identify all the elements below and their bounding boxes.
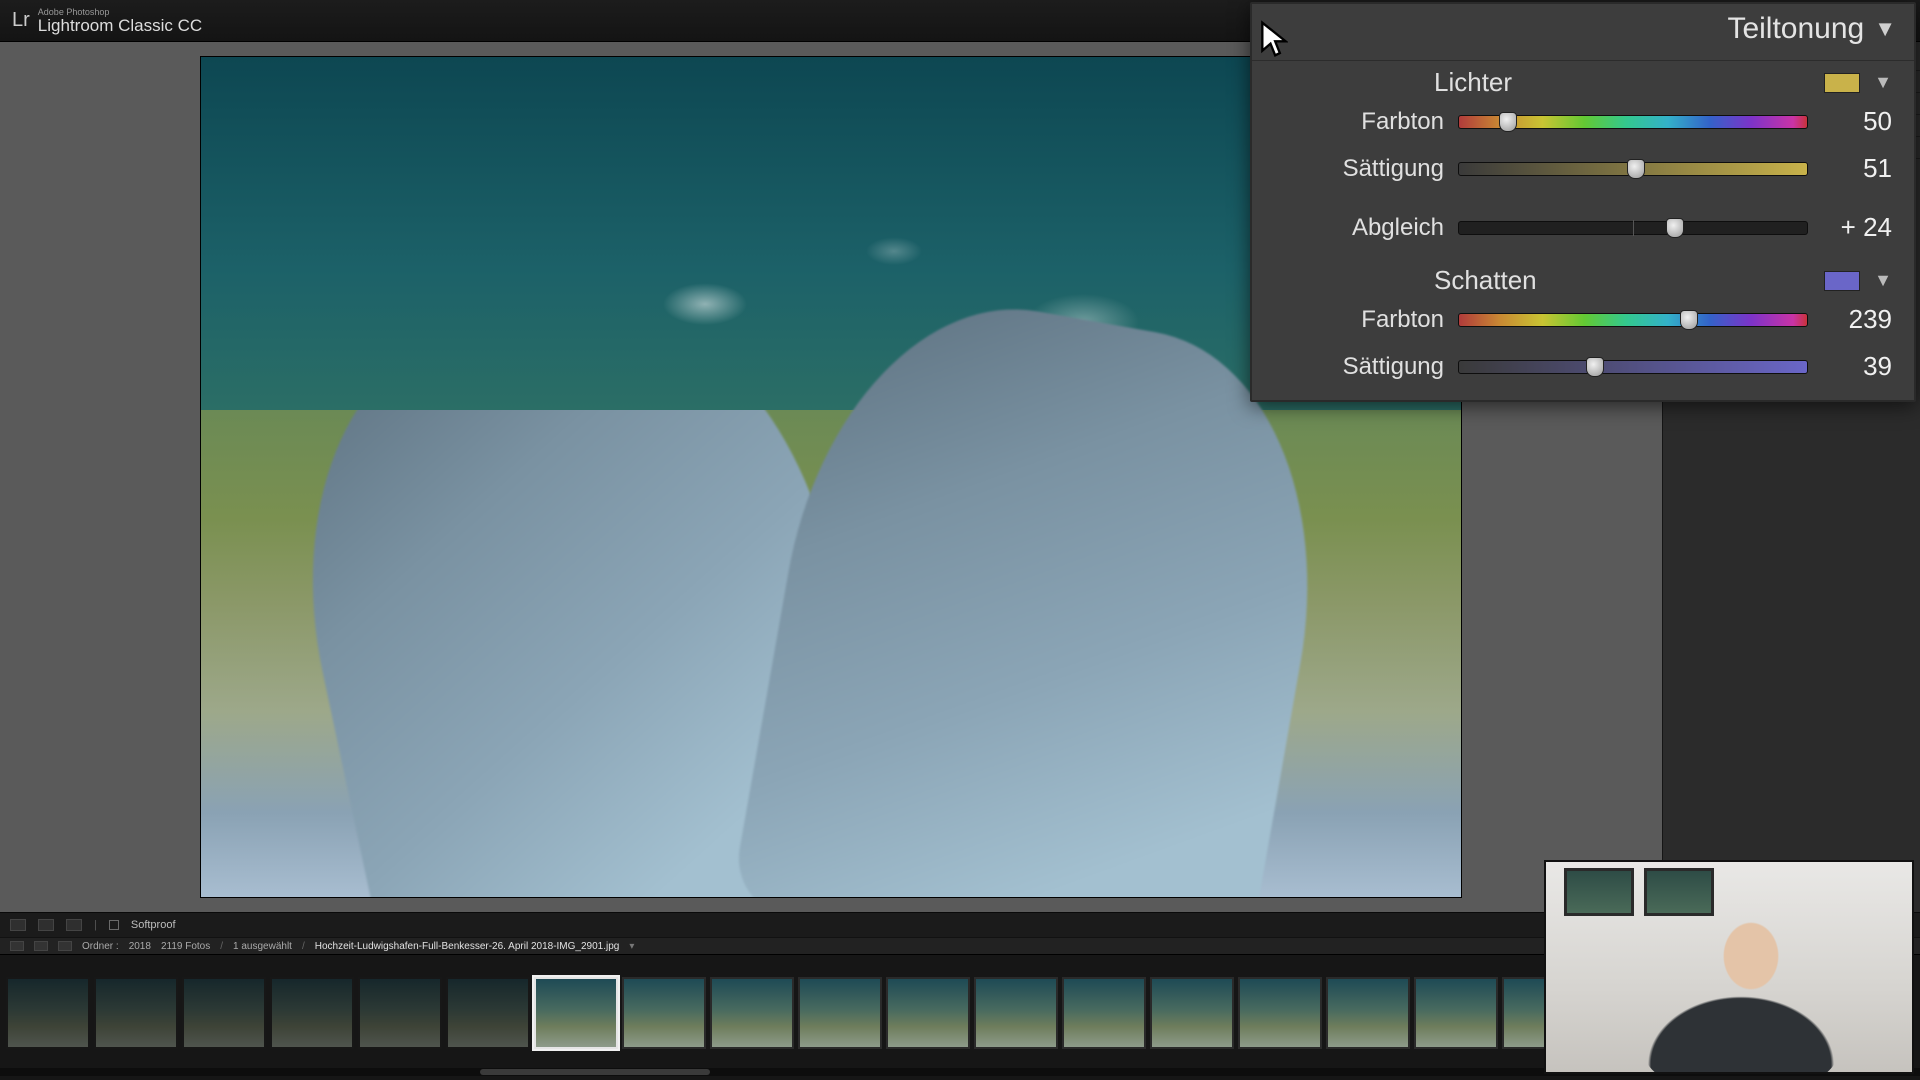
softproof-checkbox[interactable] [109,920,119,930]
filmstrip-thumb[interactable] [798,977,882,1049]
shadows-sat-label: Sättigung [1274,353,1444,381]
balance-slider[interactable] [1458,221,1808,235]
highlights-sat-value: 51 [1822,153,1892,184]
highlights-sat-label: Sättigung [1274,155,1444,183]
shadows-hue-row: Farbton 239 [1252,300,1914,347]
shadows-hue-value: 239 [1822,304,1892,335]
shadows-hue-label: Farbton [1274,306,1444,334]
shadows-sat-slider[interactable] [1458,360,1808,374]
filmstrip-thumb[interactable] [622,977,706,1049]
filmstrip-scroll-thumb[interactable] [480,1069,710,1075]
selected-count: 1 ausgewählt [233,941,292,952]
highlights-hue-row: Farbton 50 [1252,102,1914,149]
highlights-hue-label: Farbton [1274,108,1444,136]
secondary-display-icon[interactable] [10,941,24,951]
filmstrip-thumb[interactable] [270,977,354,1049]
folder-label: Ordner : [82,941,119,952]
shadows-picker-icon[interactable]: ▼ [1874,270,1892,291]
filmstrip-thumb[interactable] [1326,977,1410,1049]
filmstrip-thumb[interactable] [710,977,794,1049]
filmstrip-thumb[interactable] [886,977,970,1049]
filmstrip-thumb[interactable] [1238,977,1322,1049]
filmstrip-thumb[interactable] [446,977,530,1049]
presenter-figure [1641,907,1841,1074]
shadows-header: Schatten ▼ [1252,255,1914,300]
webcam-overlay [1544,860,1914,1074]
current-filename: Hochzeit-Ludwigshafen-Full-Benkesser-26.… [315,941,620,952]
highlights-label: Lichter [1434,67,1512,98]
sort-icon[interactable] [58,941,72,951]
softproof-label: Softproof [131,919,176,931]
filmstrip-thumb[interactable] [1062,977,1146,1049]
highlights-picker-icon[interactable]: ▼ [1874,72,1892,93]
grid-icon[interactable] [34,941,48,951]
lightroom-logo: Lr [12,9,30,32]
shadows-sat-row: Sättigung 39 [1252,347,1914,400]
filmstrip-thumb[interactable] [182,977,266,1049]
filmstrip-thumb[interactable] [6,977,90,1049]
highlights-header: Lichter ▼ [1252,61,1914,102]
shadows-swatch[interactable] [1824,271,1860,291]
balance-row: Abgleich + 24 [1252,196,1914,255]
brand-large: Lightroom Classic CC [38,17,202,34]
folder-year: 2018 [129,941,151,952]
photo-count: 2119 Fotos [161,941,210,952]
filmstrip-thumb[interactable] [534,977,618,1049]
highlights-swatch[interactable] [1824,73,1860,93]
balance-label: Abgleich [1274,214,1444,242]
mouse-cursor-icon [1260,20,1288,58]
panel-title: Teiltonung [1727,12,1864,46]
view-survey-icon[interactable] [66,919,82,931]
shadows-sat-value: 39 [1822,351,1892,382]
highlights-sat-slider[interactable] [1458,162,1808,176]
highlights-hue-value: 50 [1822,106,1892,137]
filmstrip-thumb[interactable] [974,977,1058,1049]
balance-value: + 24 [1822,212,1892,243]
shadows-hue-slider[interactable] [1458,313,1808,327]
shadows-label: Schatten [1434,265,1537,296]
view-loupe-icon[interactable] [10,919,26,931]
panel-collapse-icon[interactable]: ▼ [1874,16,1896,42]
filmstrip-thumb[interactable] [358,977,442,1049]
filmstrip-thumb[interactable] [94,977,178,1049]
filmstrip-thumb[interactable] [1150,977,1234,1049]
product-name: Adobe Photoshop Lightroom Classic CC [38,8,202,34]
panel-header[interactable]: Teiltonung ▼ [1252,4,1914,61]
view-compare-icon[interactable] [38,919,54,931]
split-toning-panel: Teiltonung ▼ Lichter ▼ Farbton 50 Sättig… [1250,2,1916,402]
filmstrip-thumb[interactable] [1414,977,1498,1049]
highlights-sat-row: Sättigung 51 [1252,149,1914,196]
highlights-hue-slider[interactable] [1458,115,1808,129]
